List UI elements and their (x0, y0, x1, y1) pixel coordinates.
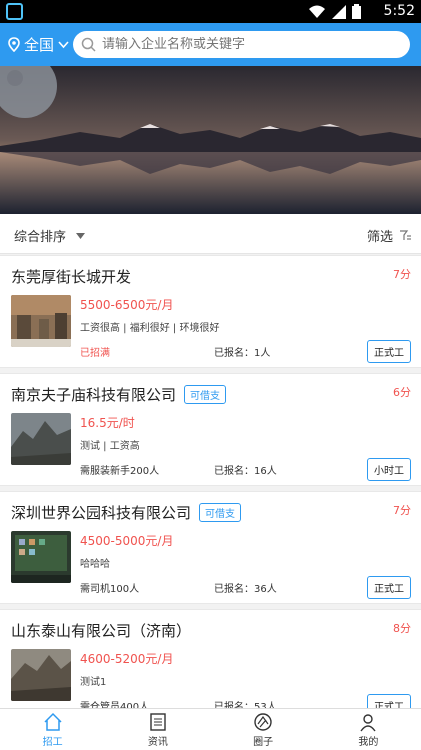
company-title: 深圳世界公园科技有限公司 可借支 (11, 502, 242, 523)
company-title: 山东泰山有限公司（济南） (11, 620, 191, 641)
post-time: 6分 (393, 386, 411, 399)
nav-item-profile[interactable]: 我的 (316, 709, 421, 750)
company-name: 深圳世界公园科技有限公司 (11, 504, 192, 522)
company-name: 南京夫子庙科技有限公司 (11, 386, 177, 404)
post-time: 7分 (393, 268, 411, 281)
nav-label: 招工 (42, 737, 63, 748)
signup-count: 已报名：36人 (214, 584, 277, 595)
banner-image[interactable] (0, 66, 421, 214)
salary: 5500-6500元/月 (80, 298, 174, 312)
company-name: 东莞厚街长城开发 (11, 268, 132, 286)
job-type-tag: 正式工 (367, 576, 411, 599)
location-pin-icon (8, 37, 20, 52)
search-icon (81, 37, 96, 52)
signup-count: 已报名：16人 (214, 466, 277, 477)
job-tags: 测试1 (80, 677, 107, 688)
post-time: 7分 (393, 504, 411, 517)
company-thumbnail (11, 531, 71, 583)
job-card[interactable]: 山东泰山有限公司（济南） 8分 4600-5200元/月 测试1 需仓管员400… (0, 609, 421, 722)
nav-item-circle[interactable]: 圈子 (211, 709, 316, 750)
status-icons (308, 4, 361, 19)
company-thumbnail (11, 413, 71, 465)
filter-label: 筛选 (366, 230, 393, 245)
job-type-tag: 小时工 (367, 458, 411, 481)
job-card[interactable]: 南京夫子庙科技有限公司 可借支 6分 16.5元/时 测试 | 工资高 需服装新… (0, 373, 421, 486)
signal-icon (332, 4, 346, 19)
nav-label: 资讯 (147, 737, 168, 748)
post-time: 8分 (393, 622, 411, 635)
salary: 4600-5200元/月 (80, 652, 174, 666)
job-card[interactable]: 深圳世界公园科技有限公司 可借支 7分 4500-5000元/月 哈哈哈 需司机… (0, 491, 421, 604)
company-name: 山东泰山有限公司（济南） (11, 622, 192, 640)
filter-button[interactable]: 筛选 (367, 226, 411, 245)
home-icon (44, 712, 62, 731)
job-type-tag: 正式工 (367, 340, 411, 363)
job-tags: 工资很高 | 福利很好 | 环境很好 (80, 323, 220, 334)
company-thumbnail (11, 295, 71, 347)
filter-icon (400, 229, 411, 240)
location-label: 全国 (24, 36, 55, 54)
news-icon (150, 713, 166, 731)
chevron-down-icon (58, 40, 69, 48)
advance-badge: 可借支 (184, 385, 227, 404)
requirement: 已招满 (80, 348, 110, 359)
search-bar[interactable] (73, 31, 410, 58)
company-title: 东莞厚街长城开发 (11, 266, 131, 287)
header: 全国 (0, 23, 421, 66)
bottom-nav: 招工 资讯 圈子 我的 (0, 708, 421, 750)
salary: 4500-5000元/月 (80, 534, 174, 548)
company-title: 南京夫子庙科技有限公司 可借支 (11, 384, 227, 405)
circle-icon (254, 713, 272, 731)
sort-dropdown[interactable]: 综合排序 (14, 226, 86, 245)
app-notification-icon (6, 3, 23, 20)
nav-item-news[interactable]: 资讯 (105, 709, 210, 750)
wifi-icon (309, 5, 325, 18)
nav-label: 我的 (358, 737, 379, 748)
banner-landscape (0, 66, 421, 214)
sort-bar: 综合排序 筛选 (0, 214, 421, 254)
advance-badge: 可借支 (199, 503, 242, 522)
salary: 16.5元/时 (80, 416, 135, 430)
nav-label: 圈子 (253, 737, 274, 748)
search-input[interactable] (102, 37, 382, 52)
job-tags: 哈哈哈 (80, 559, 110, 570)
profile-icon (360, 714, 376, 732)
battery-icon (352, 4, 361, 19)
caret-down-icon (76, 232, 86, 239)
status-bar: 5:52 (0, 0, 421, 23)
status-time: 5:52 (383, 3, 415, 19)
location-selector[interactable]: 全国 (8, 34, 69, 55)
nav-item-recruit[interactable]: 招工 (0, 709, 105, 750)
job-list: 东莞厚街长城开发 7分 5500-6500元/月 工资很高 | 福利很好 | 环… (0, 255, 421, 727)
job-tags: 测试 | 工资高 (80, 441, 140, 452)
job-card[interactable]: 东莞厚街长城开发 7分 5500-6500元/月 工资很高 | 福利很好 | 环… (0, 255, 421, 368)
requirement: 需服装新手200人 (80, 466, 160, 477)
requirement: 需司机100人 (80, 584, 140, 595)
signup-count: 已报名：1人 (214, 348, 271, 359)
sort-label: 综合排序 (14, 230, 67, 245)
company-thumbnail (11, 649, 71, 701)
